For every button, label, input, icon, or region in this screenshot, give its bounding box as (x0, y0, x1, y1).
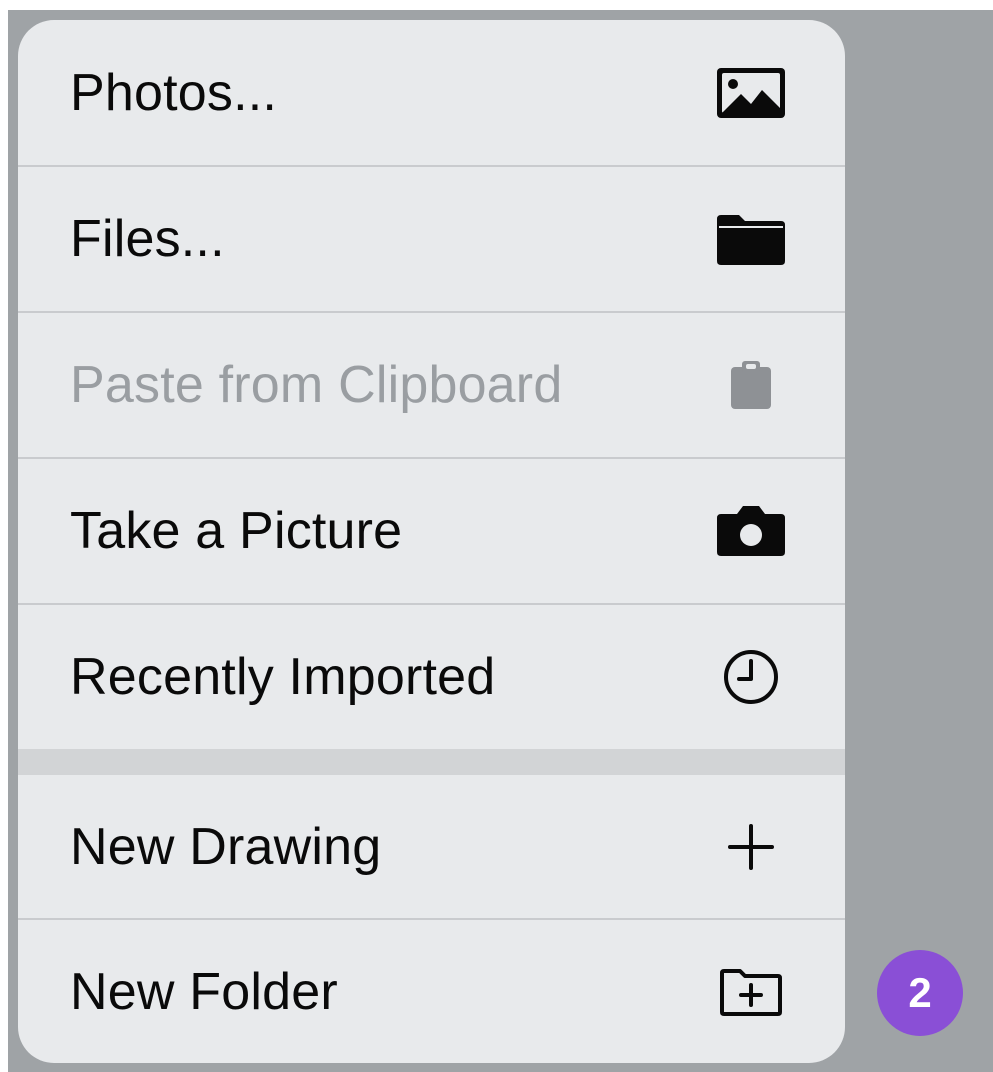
menu-item-label: Paste from Clipboard (70, 356, 563, 414)
menu-item-new-drawing[interactable]: New Drawing (18, 775, 845, 918)
menu-item-paste-from-clipboard[interactable]: Paste from Clipboard (18, 313, 845, 457)
menu-item-label: Photos... (70, 63, 278, 122)
menu-item-label: New Drawing (70, 817, 382, 876)
menu-item-recently-imported[interactable]: Recently Imported (18, 605, 845, 749)
new-folder-icon (715, 956, 787, 1028)
menu-item-files[interactable]: Files... (18, 167, 845, 311)
photo-icon (715, 57, 787, 129)
folder-icon (715, 203, 787, 275)
menu-group-divider (18, 749, 845, 775)
menu-item-take-a-picture[interactable]: Take a Picture (18, 459, 845, 603)
camera-icon (715, 495, 787, 567)
menu-item-photos[interactable]: Photos... (18, 20, 845, 165)
menu-item-label: Recently Imported (70, 648, 496, 706)
clipboard-icon (715, 349, 787, 421)
add-content-menu: Photos... Files... Paste from Clipboard (18, 20, 845, 1063)
menu-item-new-folder[interactable]: New Folder (18, 920, 845, 1063)
clock-icon (715, 641, 787, 713)
menu-item-label: Take a Picture (70, 502, 403, 560)
menu-item-label: New Folder (70, 962, 338, 1021)
plus-icon (715, 811, 787, 883)
step-number-badge: 2 (877, 950, 963, 1036)
menu-item-label: Files... (70, 210, 225, 268)
